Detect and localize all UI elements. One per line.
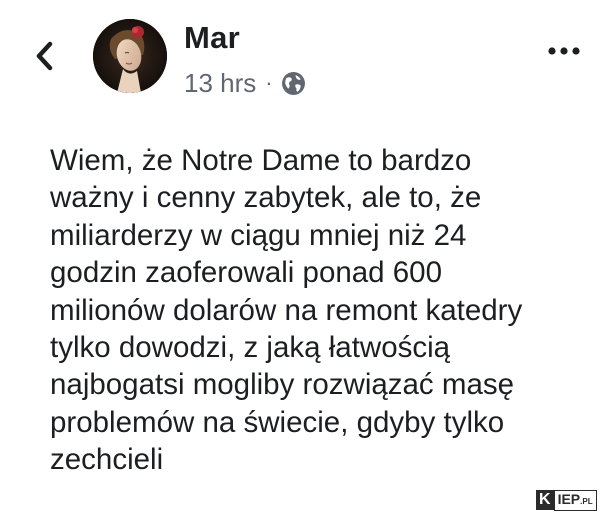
post-timestamp[interactable]: 13 hrs [184, 68, 256, 99]
avatar[interactable] [93, 19, 167, 93]
post-meta: 13 hrs · [184, 66, 306, 100]
avatar-image [93, 19, 167, 93]
chevron-left-icon [36, 41, 53, 71]
watermark-main: IEP [557, 490, 581, 507]
author-name[interactable]: Mar [184, 20, 240, 56]
more-options-icon [548, 47, 580, 55]
back-button[interactable] [30, 38, 60, 74]
watermark-k: K [536, 490, 554, 510]
more-options-button[interactable] [544, 41, 584, 61]
post-text: Wiem, że Notre Dame to bardzo ważny i ce… [50, 144, 523, 477]
globe-icon[interactable] [281, 71, 306, 96]
watermark-suffix: .PL [580, 496, 593, 506]
watermark-text: IEP.PL [553, 489, 597, 511]
watermark-logo: K IEP.PL [536, 489, 597, 511]
meta-separator: · [265, 70, 273, 95]
